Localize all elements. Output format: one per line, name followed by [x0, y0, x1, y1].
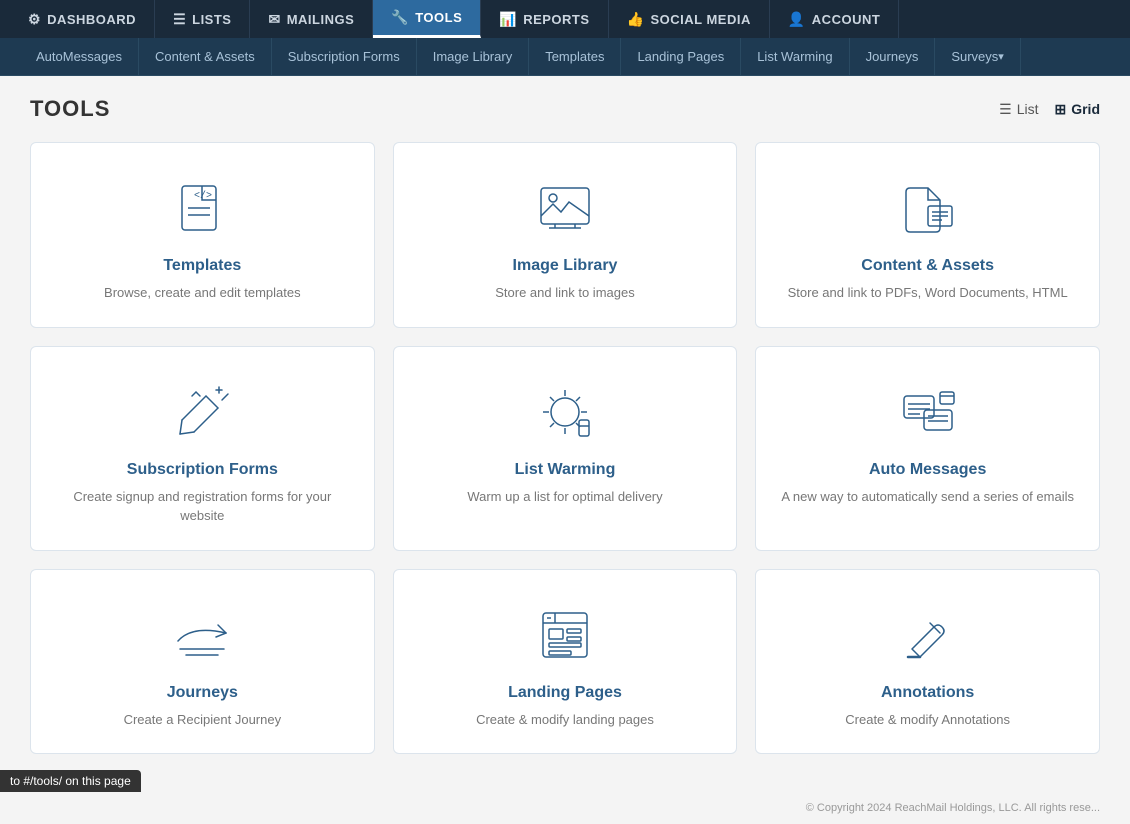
nav-tools[interactable]: 🔧 TOOLS — [373, 0, 481, 38]
subnav-templates[interactable]: Templates — [529, 38, 621, 76]
journeys-card-icon — [167, 600, 237, 670]
image-library-card-title: Image Library — [513, 257, 618, 275]
list-view-icon: ☰ — [999, 101, 1012, 118]
nav-dashboard[interactable]: ⚙ DASHBOARD — [10, 0, 155, 38]
nav-social-media[interactable]: 👍 SOCIAL MEDIA — [609, 0, 770, 38]
subnav-image-library[interactable]: Image Library — [417, 38, 529, 76]
annotations-card-desc: Create & modify Annotations — [845, 710, 1010, 730]
top-navigation: ⚙ DASHBOARD ☰ LISTS ✉ MAILINGS 🔧 TOOLS 📊… — [0, 0, 1130, 38]
templates-svg: </> — [172, 178, 232, 238]
subnav-subscription-forms[interactable]: Subscription Forms — [272, 38, 417, 76]
auto-messages-card-title: Auto Messages — [869, 461, 986, 479]
content-assets-card-title: Content & Assets — [861, 257, 994, 275]
subscription-forms-card-desc: Create signup and registration forms for… — [51, 487, 354, 526]
tool-card-image-library[interactable]: Image Library Store and link to images — [393, 142, 738, 328]
account-icon: 👤 — [788, 11, 806, 28]
grid-view-toggle[interactable]: ⊞ Grid — [1054, 101, 1100, 118]
templates-card-icon: </> — [167, 173, 237, 243]
nav-mailings[interactable]: ✉ MAILINGS — [250, 0, 373, 38]
annotations-svg — [898, 605, 958, 665]
tool-card-content-assets[interactable]: Content & Assets Store and link to PDFs,… — [755, 142, 1100, 328]
tool-card-journeys[interactable]: Journeys Create a Recipient Journey — [30, 569, 375, 755]
tool-card-list-warming[interactable]: List Warming Warm up a list for optimal … — [393, 346, 738, 551]
journeys-card-title: Journeys — [167, 684, 238, 702]
templates-card-title: Templates — [163, 257, 241, 275]
subscription-forms-card-icon — [167, 377, 237, 447]
landing-pages-card-title: Landing Pages — [508, 684, 622, 702]
content-assets-svg — [898, 178, 958, 238]
list-warming-card-title: List Warming — [515, 461, 616, 479]
tool-card-landing-pages[interactable]: Landing Pages Create & modify landing pa… — [393, 569, 738, 755]
dashboard-icon: ⚙ — [28, 11, 41, 28]
subnav-surveys[interactable]: Surveys — [935, 38, 1021, 76]
annotations-card-icon — [893, 600, 963, 670]
status-bar: to #/tools/ on this page — [0, 770, 141, 792]
subscription-forms-card-title: Subscription Forms — [127, 461, 278, 479]
content-assets-card-desc: Store and link to PDFs, Word Documents, … — [788, 283, 1068, 303]
subnav-journeys[interactable]: Journeys — [850, 38, 936, 76]
image-library-svg — [535, 178, 595, 238]
image-library-card-icon — [530, 173, 600, 243]
lists-icon: ☰ — [173, 11, 186, 28]
list-warming-card-icon — [530, 377, 600, 447]
subnav-content-assets[interactable]: Content & Assets — [139, 38, 272, 76]
image-library-card-desc: Store and link to images — [495, 283, 634, 303]
auto-messages-card-icon — [893, 377, 963, 447]
journeys-svg — [172, 605, 232, 665]
page-header: TOOLS ☰ List ⊞ Grid — [30, 96, 1100, 122]
reports-icon: 📊 — [499, 11, 517, 28]
view-toggle: ☰ List ⊞ Grid — [999, 101, 1100, 118]
svg-text:</>: </> — [194, 190, 212, 202]
subscription-forms-svg — [172, 382, 232, 442]
content-assets-card-icon — [893, 173, 963, 243]
nav-account[interactable]: 👤 ACCOUNT — [770, 0, 899, 38]
main-content: TOOLS ☰ List ⊞ Grid </> — [0, 76, 1130, 792]
list-warming-svg — [535, 382, 595, 442]
landing-pages-card-icon — [530, 600, 600, 670]
annotations-card-title: Annotations — [881, 684, 974, 702]
page-footer: © Copyright 2024 ReachMail Holdings, LLC… — [0, 792, 1130, 824]
landing-pages-card-desc: Create & modify landing pages — [476, 710, 654, 730]
list-view-toggle[interactable]: ☰ List — [999, 101, 1038, 118]
social-icon: 👍 — [627, 11, 645, 28]
mailings-icon: ✉ — [268, 11, 280, 28]
tools-grid: </> Templates Browse, create and edit te… — [30, 142, 1100, 754]
journeys-card-desc: Create a Recipient Journey — [124, 710, 282, 730]
tool-card-annotations[interactable]: Annotations Create & modify Annotations — [755, 569, 1100, 755]
tool-card-templates[interactable]: </> Templates Browse, create and edit te… — [30, 142, 375, 328]
tool-card-auto-messages[interactable]: Auto Messages A new way to automatically… — [755, 346, 1100, 551]
grid-view-icon: ⊞ — [1054, 101, 1066, 118]
subnav-auto-messages[interactable]: AutoMessages — [20, 38, 139, 76]
nav-reports[interactable]: 📊 REPORTS — [481, 0, 608, 38]
tools-icon: 🔧 — [391, 9, 409, 26]
auto-messages-svg — [898, 382, 958, 442]
page-title: TOOLS — [30, 96, 110, 122]
templates-card-desc: Browse, create and edit templates — [104, 283, 301, 303]
auto-messages-card-desc: A new way to automatically send a series… — [781, 487, 1074, 507]
sub-navigation: AutoMessages Content & Assets Subscripti… — [0, 38, 1130, 76]
list-warming-card-desc: Warm up a list for optimal delivery — [467, 487, 662, 507]
subnav-landing-pages[interactable]: Landing Pages — [621, 38, 741, 76]
nav-lists[interactable]: ☰ LISTS — [155, 0, 250, 38]
tool-card-subscription-forms[interactable]: Subscription Forms Create signup and reg… — [30, 346, 375, 551]
subnav-list-warming[interactable]: List Warming — [741, 38, 849, 76]
landing-pages-svg — [535, 605, 595, 665]
